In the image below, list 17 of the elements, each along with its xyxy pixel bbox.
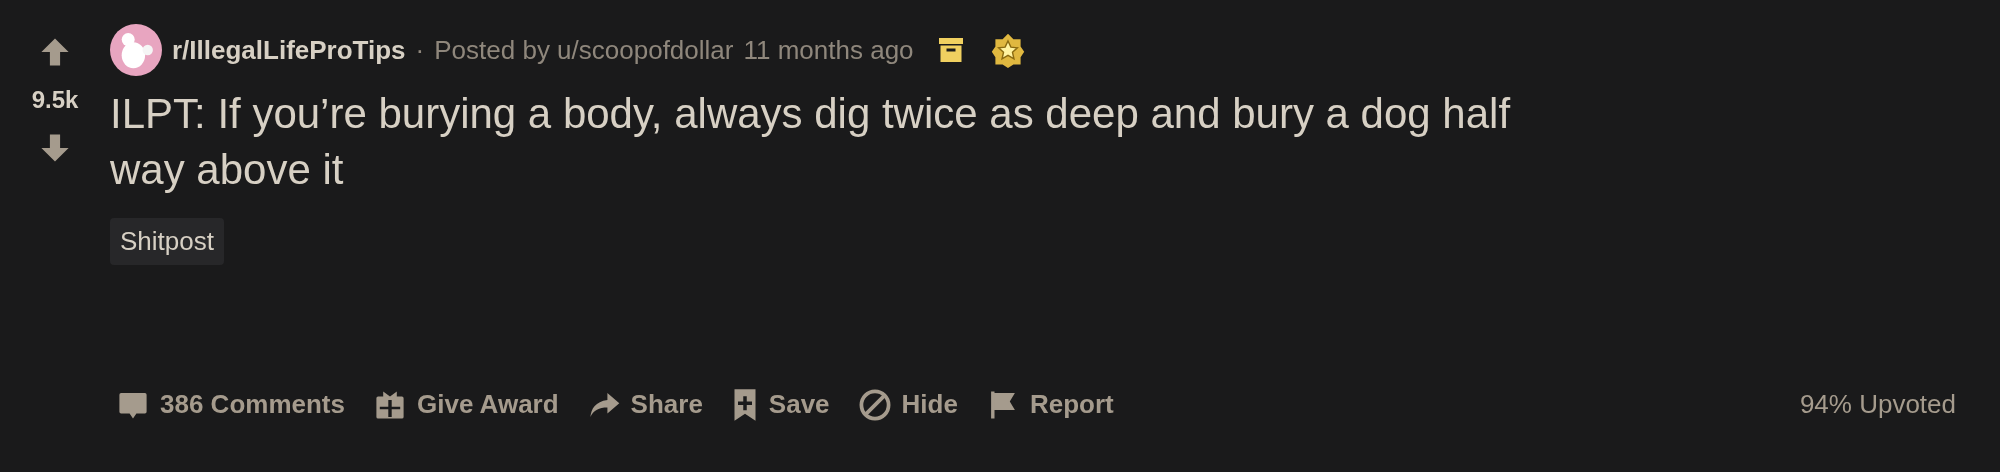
post-time: 11 months ago (743, 33, 914, 67)
separator-dot: · (415, 33, 425, 67)
post-flair[interactable]: Shitpost (110, 218, 224, 265)
author-link[interactable]: Posted by u/scoopofdollar (434, 30, 734, 70)
award-icon (989, 32, 1026, 68)
prohibited-icon (857, 387, 892, 422)
post-action-button[interactable]: Share (580, 385, 709, 424)
post-action-button[interactable]: Give Award (366, 385, 565, 424)
post-action-button[interactable]: Report (979, 385, 1120, 424)
upvote-ratio: 94% Upvoted (1799, 388, 1956, 421)
subreddit-avatar[interactable] (110, 24, 162, 76)
post-action-button[interactable]: Hide (851, 385, 964, 424)
post-title[interactable]: ILPT: If you’re burying a body, always dig twice as deep and bury a dog half way above it (110, 86, 1560, 198)
subreddit-link[interactable]: r/IllegalLifeProTips (172, 30, 406, 70)
vote-score: 9.5k (31, 85, 79, 115)
post-action-button[interactable]: Save (724, 385, 836, 424)
post-action-button[interactable]: 386 Comments (110, 385, 351, 424)
